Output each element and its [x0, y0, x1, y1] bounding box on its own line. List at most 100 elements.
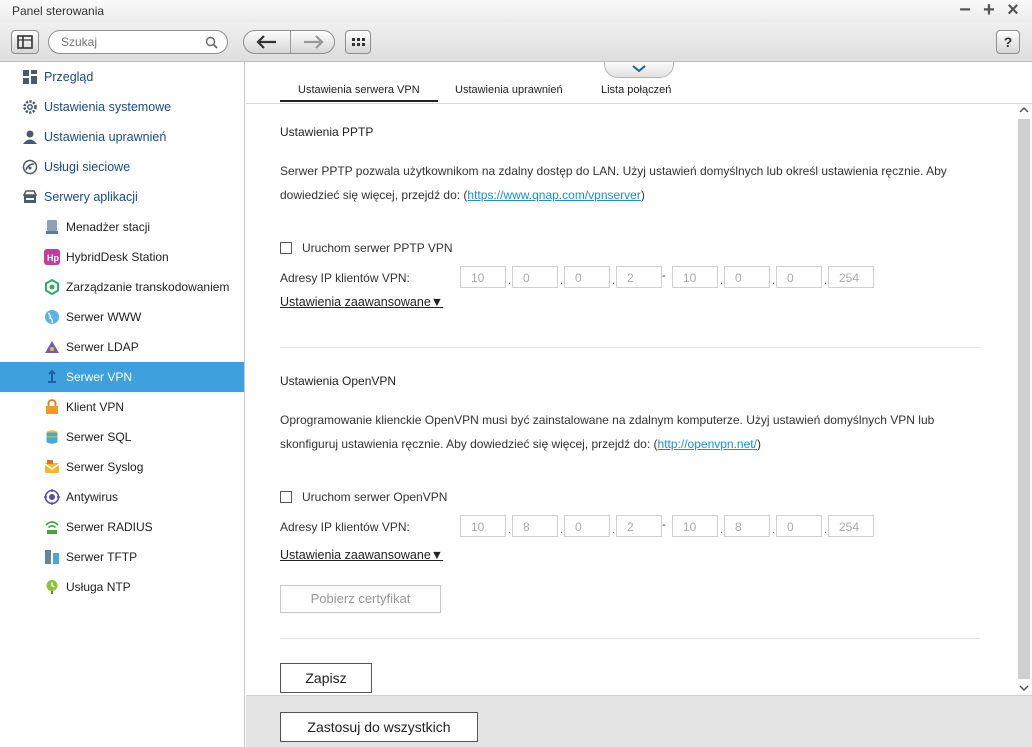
download-certificate-button[interactable]: Pobierz certyfikat	[280, 585, 441, 613]
arrow-right-icon	[304, 35, 324, 49]
sidebar-item-application-servers[interactable]: Serwery aplikacji	[0, 182, 244, 212]
openvpn-info-link[interactable]: http://openvpn.net/	[658, 437, 757, 451]
ip-dot: .	[560, 275, 564, 287]
sidebar-item-ntp-service[interactable]: Usługa NTP	[0, 572, 244, 602]
sidebar-item-label: Serwer Syslog	[66, 460, 144, 474]
pptp-ip-label: Adresy IP klientów VPN:	[280, 271, 410, 285]
navigation-group	[243, 30, 335, 54]
pptp-ip-end-1[interactable]: 10	[672, 266, 718, 288]
ip-dot: .	[612, 275, 616, 287]
section-divider	[280, 638, 980, 639]
arrow-left-icon	[256, 35, 276, 49]
sidebar-item-syslog-server[interactable]: Serwer Syslog	[0, 452, 244, 482]
openvpn-ip-start-4[interactable]: 2	[616, 515, 662, 537]
forward-button[interactable]	[290, 31, 334, 53]
sidebar-item-hybriddesk-station[interactable]: Hp HybridDesk Station	[0, 242, 244, 272]
sidebar-item-sql-server[interactable]: Serwer SQL	[0, 422, 244, 452]
tab-label: Ustawienia serwera VPN	[298, 84, 420, 96]
sidebar-item-ldap-server[interactable]: Serwer LDAP	[0, 332, 244, 362]
gear-icon	[23, 100, 37, 114]
openvpn-ip-end-1[interactable]: 10	[672, 515, 718, 537]
pptp-advanced-settings-link[interactable]: Ustawienia zaawansowane▼	[280, 295, 443, 309]
sidebar-item-label: Serwer WWW	[66, 310, 142, 324]
collapse-header-button[interactable]	[604, 62, 674, 78]
pptp-ip-end-2[interactable]: 0	[724, 266, 770, 288]
sidebar-item-web-server[interactable]: Serwer WWW	[0, 302, 244, 332]
sidebar-item-privilege-settings[interactable]: Ustawienia uprawnień	[0, 122, 244, 152]
globe-icon	[45, 310, 59, 324]
svg-text:Hp: Hp	[47, 253, 59, 263]
help-icon: ?	[1003, 34, 1013, 50]
ip-dot: .	[824, 524, 828, 536]
pptp-ip-end-4[interactable]: 254	[828, 266, 874, 288]
tab-connection-list[interactable]: Lista połączeń	[601, 84, 671, 102]
search-icon[interactable]	[205, 36, 218, 49]
sidebar-item-network-services[interactable]: Usługi sieciowe	[0, 152, 244, 182]
station-icon	[46, 220, 58, 234]
server-icon	[22, 190, 38, 203]
toggle-sidebar-button[interactable]	[11, 30, 39, 54]
back-button[interactable]	[244, 31, 290, 53]
openvpn-ip-end-4[interactable]: 254	[828, 515, 874, 537]
sidebar-item-label: Klient VPN	[66, 400, 125, 414]
ip-dot: .	[720, 275, 724, 287]
sidebar-item-vpn-client[interactable]: Klient VPN	[0, 392, 244, 422]
antivirus-icon	[44, 489, 60, 505]
sidebar-item-station-manager[interactable]: Menadżer stacji	[0, 212, 244, 242]
sidebar-item-transcoding[interactable]: Zarządzanie transkodowaniem	[0, 272, 244, 302]
scrollbar-thumb[interactable]	[1018, 119, 1030, 679]
sidebar-item-vpn-server[interactable]: Serwer VPN	[0, 362, 244, 392]
openvpn-ip-start-2[interactable]: 8	[512, 515, 558, 537]
openvpn-ip-start-3[interactable]: 0	[564, 515, 610, 537]
pptp-ip-end-3[interactable]: 0	[776, 266, 822, 288]
sidebar-item-label: Serwer TFTP	[66, 550, 138, 564]
save-button[interactable]: Zapisz	[280, 663, 372, 693]
ip-dot: .	[508, 524, 512, 536]
tab-label: Ustawienia uprawnień	[455, 84, 563, 96]
apps-grid-button[interactable]	[345, 30, 371, 54]
pptp-enable-checkbox[interactable]	[280, 242, 292, 254]
sidebar-item-system-settings[interactable]: Ustawienia systemowe	[0, 92, 244, 122]
tab-vpn-server-settings[interactable]: Ustawienia serwera VPN	[280, 84, 438, 102]
search-input[interactable]	[61, 34, 201, 50]
openvpn-ip-start-1[interactable]: 10	[460, 515, 506, 537]
close-button[interactable]: ×	[1002, 0, 1024, 22]
sidebar-item-tftp-server[interactable]: Serwer TFTP	[0, 542, 244, 572]
help-button[interactable]: ?	[996, 30, 1020, 54]
search-box	[48, 30, 228, 54]
pptp-enable-row[interactable]: Uruchom serwer PPTP VPN	[280, 240, 480, 256]
ip-dot: .	[720, 524, 724, 536]
ip-dot: .	[824, 275, 828, 287]
ntp-icon	[46, 580, 58, 594]
pptp-ip-start-2[interactable]: 0	[512, 266, 558, 288]
minimize-button[interactable]: −	[954, 0, 976, 22]
ip-dot: .	[560, 524, 564, 536]
openvpn-ip-end-2[interactable]: 8	[724, 515, 770, 537]
pptp-ip-start-3[interactable]: 0	[564, 266, 610, 288]
sidebar-item-label: Przegląd	[44, 70, 94, 84]
settings-content: Ustawienia PPTP Serwer PPTP pozwala użyt…	[246, 103, 1032, 695]
apply-to-all-button[interactable]: Zastosuj do wszystkich	[280, 712, 478, 742]
scroll-down-icon[interactable]	[1019, 684, 1029, 692]
openvpn-advanced-settings-link[interactable]: Ustawienia zaawansowane▼	[280, 548, 443, 562]
ip-range-separator: -	[662, 519, 666, 531]
tab-privilege-settings[interactable]: Ustawienia uprawnień	[455, 84, 563, 102]
scroll-up-icon[interactable]	[1019, 106, 1029, 114]
maximize-button[interactable]: +	[978, 0, 1000, 22]
sidebar-item-label: Menadżer stacji	[66, 220, 151, 234]
vertical-scrollbar[interactable]	[1016, 104, 1030, 696]
sidebar-item-antivirus[interactable]: Antywirus	[0, 482, 244, 512]
sidebar-item-radius-server[interactable]: Serwer RADIUS	[0, 512, 244, 542]
openvpn-enable-label: Uruchom serwer OpenVPN	[302, 490, 448, 504]
pptp-ip-start-1[interactable]: 10	[460, 266, 506, 288]
openvpn-enable-checkbox[interactable]	[280, 491, 292, 503]
chevron-down-icon	[632, 65, 646, 73]
pptp-info-link[interactable]: https://www.qnap.com/vpnserver	[467, 188, 640, 202]
sidebar-item-label: Serwer LDAP	[66, 340, 139, 354]
sidebar-item-overview[interactable]: Przegląd	[0, 62, 244, 92]
openvpn-section-title: Ustawienia OpenVPN	[280, 374, 397, 388]
openvpn-ip-end-3[interactable]: 0	[776, 515, 822, 537]
openvpn-enable-row[interactable]: Uruchom serwer OpenVPN	[280, 489, 480, 505]
sidebar-item-label: Usługi sieciowe	[44, 160, 131, 174]
pptp-ip-start-4[interactable]: 2	[616, 266, 662, 288]
